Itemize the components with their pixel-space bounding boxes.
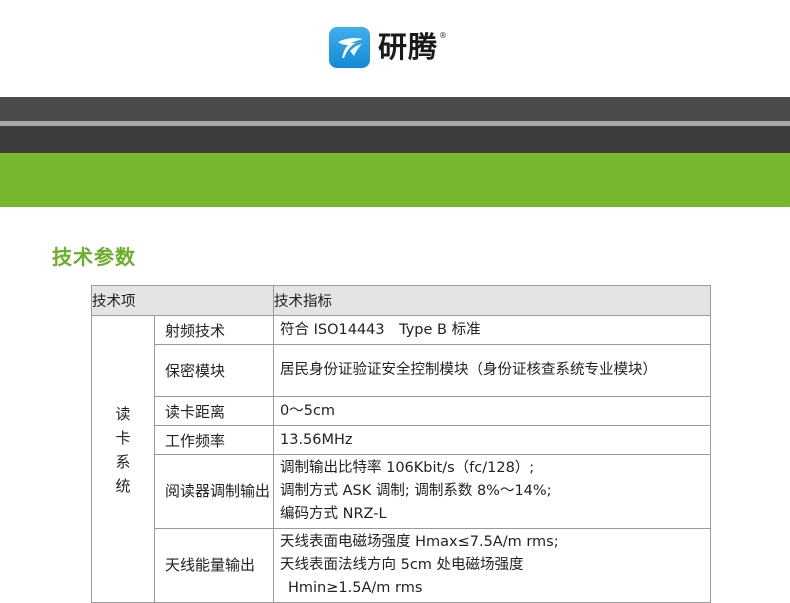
brand-logo: 研腾 ®	[329, 27, 447, 68]
row-value: 符合 ISO14443 Type B 标准	[273, 315, 711, 345]
value-line: 调制输出比特率 106Kbit/s（fc/128）;	[280, 460, 535, 476]
value-line: 天线表面法线方向 5cm 处电磁场强度	[280, 557, 524, 573]
row-name: 射频技术	[154, 315, 274, 345]
row-name: 阅读器调制输出	[154, 454, 274, 529]
row-value: 居民身份证验证安全控制模块（身份证核查系统专业模块）	[273, 344, 711, 397]
value-line: 天线表面电磁场强度 Hmax≤7.5A/m rms;	[280, 534, 559, 550]
row-value: 13.56MHz	[273, 425, 711, 455]
header-spec: 技术指标	[273, 285, 711, 316]
brand-name: 研腾	[378, 30, 439, 64]
category-cell: 读卡系统	[91, 315, 155, 603]
value-line: Hmin≥1.5A/m rms	[288, 580, 423, 596]
row-name: 读卡距离	[154, 396, 274, 426]
row-name: 保密模块	[154, 344, 274, 397]
banner-band-top	[0, 97, 790, 121]
value-line: 调制方式 ASK 调制; 调制系数 8%～14%;	[280, 483, 552, 499]
spec-table: 技术项 技术指标 读卡系统 射频技术 符合 ISO14443 Type B 标准…	[91, 285, 711, 603]
value-line: 编码方式 NRZ-L	[280, 506, 387, 522]
category-label: 读卡系统	[115, 405, 131, 495]
table-row: 保密模块 居民身份证验证安全控制模块（身份证核查系统专业模块）	[92, 344, 711, 397]
brand-logo-icon	[329, 27, 370, 68]
row-name: 天线能量输出	[154, 528, 274, 603]
table-row: 读卡距离 0～5cm	[92, 396, 711, 426]
table-header-row: 技术项 技术指标	[91, 285, 711, 316]
table-row: 天线能量输出 天线表面电磁场强度 Hmax≤7.5A/m rms; 天线表面法线…	[92, 528, 711, 603]
row-value: 调制输出比特率 106Kbit/s（fc/128）; 调制方式 ASK 调制; …	[273, 454, 711, 529]
row-name: 工作频率	[154, 425, 274, 455]
table-row: 工作频率 13.56MHz	[92, 425, 711, 455]
banner-band-bottom	[0, 126, 790, 153]
header-item: 技术项	[91, 285, 274, 316]
section-title: 技术参数	[52, 245, 136, 269]
table-row: 阅读器调制输出 调制输出比特率 106Kbit/s（fc/128）; 调制方式 …	[92, 454, 711, 529]
table-row: 读卡系统 射频技术 符合 ISO14443 Type B 标准	[91, 315, 711, 603]
page-header: 研腾 ®	[0, 0, 790, 97]
registered-mark: ®	[439, 31, 448, 40]
row-value: 0～5cm	[273, 396, 711, 426]
row-value: 天线表面电磁场强度 Hmax≤7.5A/m rms; 天线表面法线方向 5cm …	[273, 528, 711, 603]
banner-band-green	[0, 153, 790, 207]
